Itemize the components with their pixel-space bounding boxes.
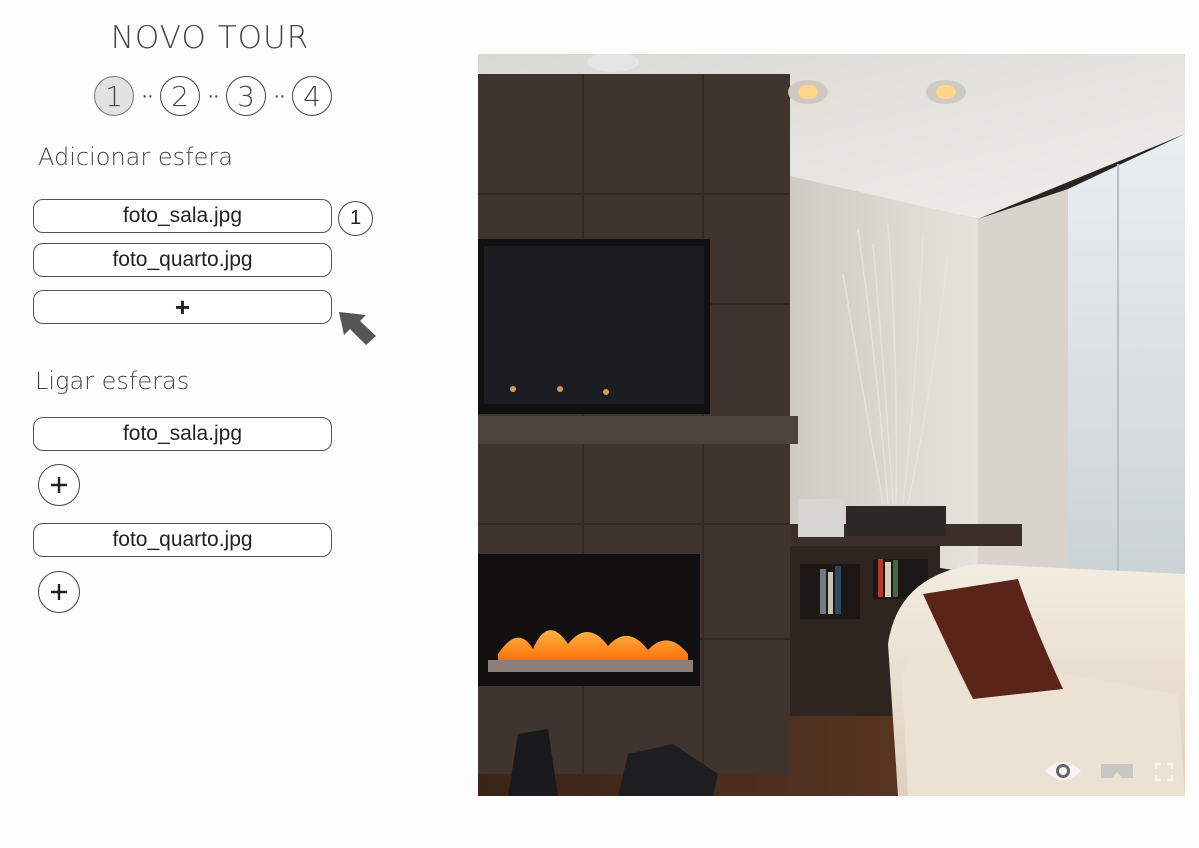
step-separator: ·· bbox=[141, 85, 153, 107]
add-link-button[interactable] bbox=[38, 571, 80, 613]
step-indicator: 1 ·· 2 ·· 3 ·· 4 bbox=[94, 75, 332, 117]
page-title: NOVO TOUR bbox=[110, 20, 310, 56]
plus-icon bbox=[51, 477, 67, 493]
step-separator: ·· bbox=[207, 85, 219, 107]
link-file-sala[interactable]: foto_sala.jpg bbox=[33, 417, 332, 451]
vr-headset-icon[interactable] bbox=[1100, 762, 1134, 782]
add-sphere-title: Adicionar esfera bbox=[38, 143, 233, 171]
pointer-arrow-icon bbox=[339, 312, 376, 345]
sphere-count-badge: 1 bbox=[338, 201, 373, 236]
sphere-file-sala[interactable]: foto_sala.jpg bbox=[33, 199, 332, 233]
step-3[interactable]: 3 bbox=[226, 76, 266, 116]
room-photo bbox=[478, 54, 1185, 796]
step-4[interactable]: 4 bbox=[292, 76, 332, 116]
add-sphere-button[interactable]: + bbox=[33, 290, 332, 324]
step-2[interactable]: 2 bbox=[160, 76, 200, 116]
link-spheres-title: Ligar esferas bbox=[35, 367, 190, 395]
sphere-file-quarto[interactable]: foto_quarto.jpg bbox=[33, 243, 332, 277]
step-1[interactable]: 1 bbox=[94, 76, 134, 116]
link-file-quarto[interactable]: foto_quarto.jpg bbox=[33, 523, 332, 557]
step-separator: ·· bbox=[273, 85, 285, 107]
fullscreen-icon[interactable] bbox=[1154, 762, 1174, 782]
sphere-viewer[interactable] bbox=[478, 54, 1185, 796]
add-link-button[interactable] bbox=[38, 464, 80, 506]
eye-icon[interactable] bbox=[1043, 758, 1083, 784]
plus-icon bbox=[51, 584, 67, 600]
